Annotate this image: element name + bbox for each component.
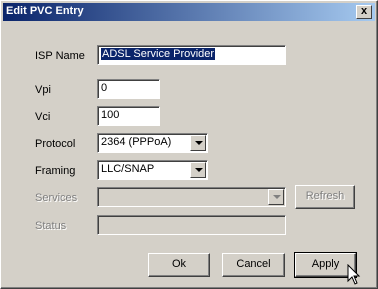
services-select[interactable] xyxy=(97,187,286,207)
dialog-title: Edit PVC Entry xyxy=(6,5,84,17)
cancel-button[interactable]: Cancel xyxy=(222,253,285,277)
close-icon: x xyxy=(360,5,368,17)
isp-name-value: ADSL Service Provider xyxy=(101,48,216,60)
vpi-label: Vpi xyxy=(35,84,51,96)
status-field xyxy=(97,215,286,235)
ok-button[interactable]: Ok xyxy=(148,253,210,277)
chevron-down-icon[interactable] xyxy=(268,189,284,205)
protocol-select[interactable]: 2364 (PPPoA) xyxy=(97,133,208,153)
vci-input[interactable]: 100 xyxy=(97,106,160,126)
title-bar[interactable]: Edit PVC Entry x xyxy=(3,3,375,21)
protocol-value: 2364 (PPPoA) xyxy=(101,136,172,148)
vpi-input[interactable]: 0 xyxy=(97,79,160,99)
refresh-button[interactable]: Refresh xyxy=(295,185,355,209)
edit-pvc-dialog: Edit PVC Entry x ISP Name ADSL Service P… xyxy=(0,0,378,289)
framing-select[interactable]: LLC/SNAP xyxy=(97,160,208,180)
status-label: Status xyxy=(35,220,67,232)
protocol-label: Protocol xyxy=(35,138,76,150)
framing-value: LLC/SNAP xyxy=(101,163,155,175)
isp-name-label: ISP Name xyxy=(35,50,85,62)
framing-label: Framing xyxy=(35,165,76,177)
isp-name-input[interactable]: ADSL Service Provider xyxy=(97,45,286,65)
vpi-value: 0 xyxy=(101,82,108,94)
vci-label: Vci xyxy=(35,111,51,123)
chevron-down-icon[interactable] xyxy=(190,135,206,151)
chevron-down-icon[interactable] xyxy=(190,162,206,178)
close-button[interactable]: x xyxy=(356,5,372,19)
vci-value: 100 xyxy=(101,109,120,121)
mouse-pointer-icon xyxy=(347,264,361,285)
services-label: Services xyxy=(35,192,78,204)
